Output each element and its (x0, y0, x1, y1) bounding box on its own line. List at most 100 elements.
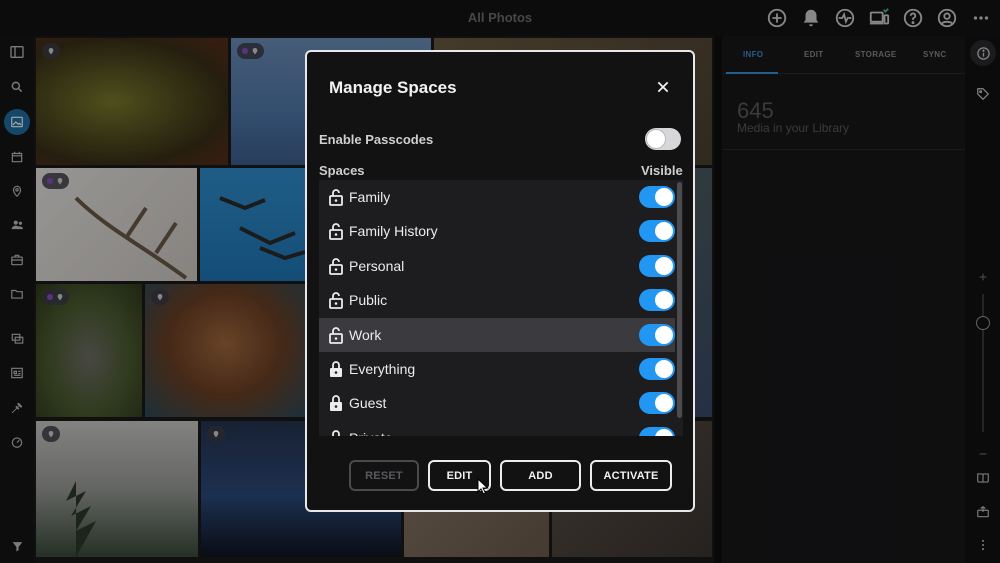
space-row[interactable]: Private (319, 421, 675, 436)
folder-icon[interactable] (4, 281, 30, 307)
space-visible-toggle[interactable] (639, 186, 675, 208)
tab-sync[interactable]: SYNC (923, 50, 946, 59)
space-visible-toggle[interactable] (639, 358, 675, 380)
tab-storage[interactable]: STORAGE (855, 50, 897, 59)
reset-button[interactable]: RESET (349, 460, 419, 491)
account-icon[interactable] (936, 7, 958, 29)
spaces-header: Spaces (319, 163, 365, 178)
photos-icon[interactable] (4, 109, 30, 135)
tab-info[interactable]: INFO (743, 50, 763, 59)
space-name: Family (349, 189, 391, 205)
calendar-icon[interactable] (4, 144, 30, 170)
unlock-icon (328, 257, 344, 275)
devices-icon[interactable] (868, 7, 890, 29)
location-badge (42, 426, 60, 442)
space-location-badge (42, 289, 69, 305)
zoom-slider-thumb[interactable] (976, 316, 990, 330)
photo-thumbnail[interactable] (36, 284, 142, 417)
space-name: Public (349, 292, 388, 309)
close-button[interactable] (652, 76, 674, 98)
space-name: Everything (349, 361, 416, 377)
zoom-in-icon[interactable] (970, 264, 996, 290)
add-circle-icon[interactable] (766, 7, 788, 29)
space-name: Work (349, 326, 382, 343)
tab-edit[interactable]: EDIT (804, 50, 823, 59)
space-visible-toggle[interactable] (639, 323, 675, 346)
activate-button[interactable]: ACTIVATE (590, 460, 672, 491)
photo-thumbnail[interactable] (36, 421, 198, 557)
space-visible-toggle[interactable] (639, 220, 675, 243)
sidebar-toggle-icon[interactable] (4, 39, 30, 65)
unlock-icon (328, 188, 344, 206)
search-icon[interactable] (4, 74, 30, 100)
enable-passcodes-toggle[interactable] (645, 128, 681, 150)
lock-icon (328, 429, 344, 436)
toggle-knob (655, 428, 673, 436)
gallery-icon[interactable] (4, 360, 30, 386)
help-icon[interactable] (902, 7, 924, 29)
dashboard-icon[interactable] (4, 429, 30, 455)
unlock-icon (328, 326, 344, 344)
info-icon[interactable] (970, 40, 996, 66)
space-row[interactable]: Everything (319, 352, 675, 386)
space-name: Family History (349, 223, 438, 240)
info-panel-tabs: INFO EDIT STORAGE SYNC (722, 36, 965, 74)
dialog-title: Manage Spaces (329, 78, 457, 97)
toggle-knob (655, 325, 673, 344)
albums-icon[interactable] (4, 326, 30, 352)
space-row[interactable]: Work (319, 317, 675, 352)
mouse-cursor-icon (477, 478, 489, 495)
info-panel: INFO EDIT STORAGE SYNC 645 Media in your… (722, 36, 965, 563)
space-row[interactable]: Public (319, 283, 675, 317)
more-vertical-icon[interactable] (970, 532, 996, 558)
manage-spaces-dialog: Manage Spaces Enable Passcodes Spaces Vi… (305, 50, 695, 512)
space-visible-toggle[interactable] (639, 426, 675, 436)
top-bar: All Photos (0, 0, 1000, 36)
toggle-knob (655, 188, 673, 206)
location-badge (151, 289, 169, 305)
add-button[interactable]: ADD (500, 460, 581, 491)
people-icon[interactable] (4, 212, 30, 238)
more-icon[interactable] (970, 7, 992, 29)
zoom-out-icon[interactable] (970, 441, 996, 467)
export-icon[interactable] (970, 499, 996, 525)
unlock-icon (328, 222, 344, 241)
media-count-label: Media in your Library (737, 121, 850, 135)
toggle-knob (655, 360, 673, 378)
toggle-knob (655, 394, 673, 413)
space-name: Guest (349, 395, 387, 412)
right-rail (965, 36, 1000, 563)
location-badge (207, 426, 225, 442)
location-icon[interactable] (4, 178, 30, 204)
photo-thumbnail[interactable] (145, 284, 305, 417)
tools-icon[interactable] (4, 395, 30, 421)
space-visible-toggle[interactable] (639, 392, 675, 415)
toggle-knob (647, 130, 665, 148)
activity-icon[interactable] (834, 7, 856, 29)
space-visible-toggle[interactable] (639, 289, 675, 312)
lock-icon (328, 394, 344, 412)
photo-thumbnail[interactable] (36, 168, 197, 281)
left-sidebar (0, 36, 34, 563)
book-icon[interactable] (970, 465, 996, 491)
space-visible-toggle[interactable] (639, 254, 675, 277)
divider (722, 149, 965, 150)
bell-icon[interactable] (800, 7, 822, 29)
active-tab-indicator (726, 72, 778, 74)
scrollbar-thumb[interactable] (677, 182, 682, 418)
space-name: Private (349, 430, 393, 436)
photo-thumbnail[interactable] (36, 38, 228, 165)
space-row[interactable]: Family History (319, 214, 675, 248)
lock-icon (328, 360, 344, 378)
toggle-knob (655, 222, 673, 241)
space-row[interactable]: Guest (319, 386, 675, 420)
zoom-slider-track[interactable] (982, 294, 984, 432)
space-location-badge (42, 173, 69, 189)
toggle-knob (655, 256, 673, 275)
space-row[interactable]: Family (319, 180, 675, 214)
briefcase-icon[interactable] (4, 247, 30, 273)
visible-header: Visible (641, 163, 683, 178)
tag-icon[interactable] (970, 81, 996, 107)
space-row[interactable]: Personal (319, 249, 675, 283)
filter-icon[interactable] (4, 533, 30, 559)
